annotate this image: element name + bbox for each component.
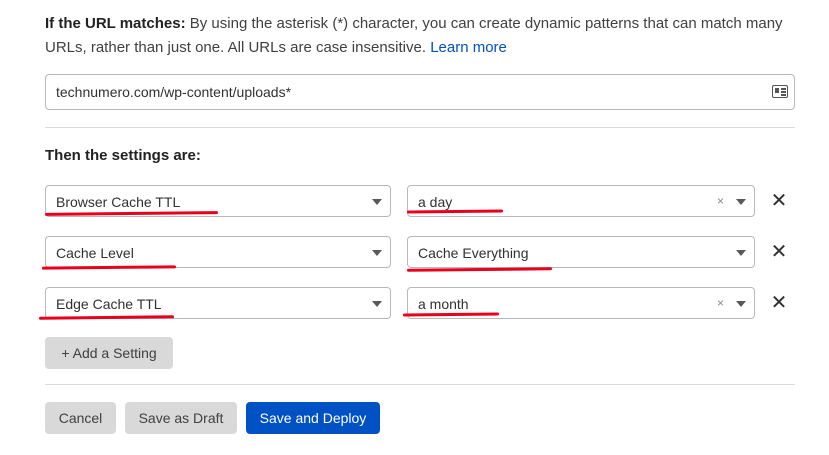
url-pattern-field[interactable] xyxy=(45,74,795,110)
remove-setting-button[interactable]: ✕ xyxy=(769,191,789,211)
chevron-down-icon[interactable] xyxy=(736,301,746,307)
chevron-down-icon[interactable] xyxy=(372,250,382,256)
settings-heading: Then the settings are: xyxy=(45,147,201,164)
contact-card-icon[interactable] xyxy=(772,85,788,98)
chevron-down-icon[interactable] xyxy=(372,301,382,307)
setting-select-3[interactable]: Edge Cache TTL xyxy=(45,287,391,319)
learn-more-link[interactable]: Learn more xyxy=(430,39,507,56)
save-draft-button[interactable]: Save as Draft xyxy=(125,402,237,434)
divider xyxy=(45,384,795,385)
remove-setting-button[interactable]: ✕ xyxy=(769,293,789,313)
setting-select-value: Cache Level xyxy=(56,245,134,261)
setting-select-2[interactable]: Cache Level xyxy=(45,236,391,268)
add-setting-button[interactable]: + Add a Setting xyxy=(45,337,173,369)
url-match-intro: If the URL matches: By using the asteris… xyxy=(45,12,795,60)
clear-icon[interactable]: × xyxy=(717,288,724,318)
url-match-heading: If the URL matches: xyxy=(45,15,186,32)
divider xyxy=(45,127,795,128)
chevron-down-icon[interactable] xyxy=(372,199,382,205)
clear-icon[interactable]: × xyxy=(717,186,724,216)
cancel-button[interactable]: Cancel xyxy=(45,402,116,434)
annotation-underline xyxy=(406,267,553,272)
chevron-down-icon[interactable] xyxy=(736,199,746,205)
value-select-value: Cache Everything xyxy=(418,245,529,261)
value-select-2[interactable]: Cache Everything xyxy=(407,236,755,268)
chevron-down-icon[interactable] xyxy=(736,250,746,256)
annotation-underline xyxy=(41,265,177,270)
remove-setting-button[interactable]: ✕ xyxy=(769,242,789,262)
save-deploy-button[interactable]: Save and Deploy xyxy=(246,402,380,434)
url-pattern-input[interactable] xyxy=(56,75,756,109)
